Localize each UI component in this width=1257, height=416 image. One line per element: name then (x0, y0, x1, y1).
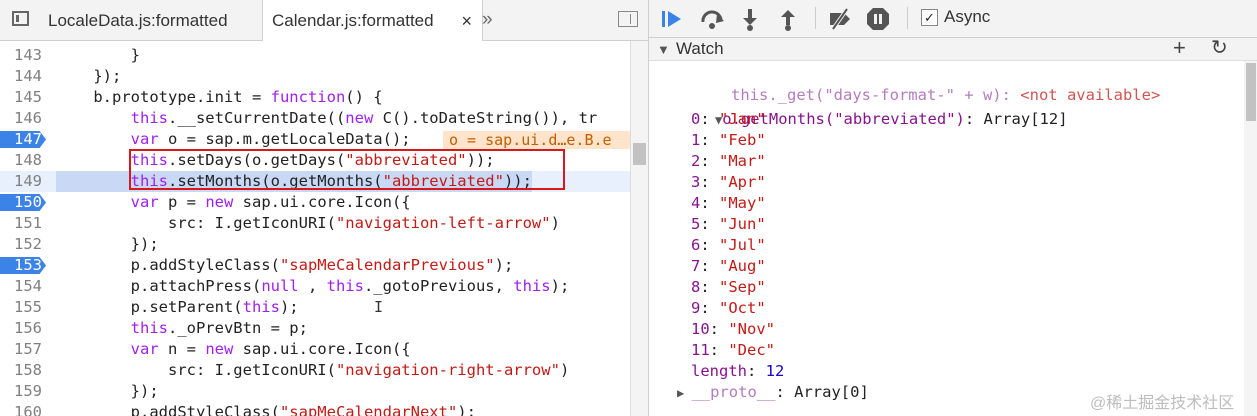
code-line: 156 this._oPrevBtn = p; (0, 318, 630, 339)
tab-label: Calendar.js:formatted (272, 11, 434, 30)
code-line: 146 this.__setCurrentDate((new C().toDat… (0, 108, 630, 129)
refresh-icon[interactable]: ↻ (1211, 36, 1228, 60)
toggle-navigator-icon[interactable] (12, 11, 29, 26)
code-line: 159 }); (0, 381, 630, 402)
code-line: 143 } (0, 45, 630, 66)
text-cursor-icon: I (374, 298, 384, 316)
editor-scrollbar[interactable] (630, 41, 649, 416)
resume-icon[interactable] (659, 6, 685, 32)
line-number[interactable]: 158 (0, 360, 48, 381)
array-item[interactable]: 0: "Jan" (691, 109, 766, 130)
line-number[interactable]: 155 (0, 297, 48, 318)
code-line: 150 var p = new sap.ui.core.Icon({ (0, 192, 630, 213)
line-number[interactable]: 154 (0, 276, 48, 297)
expand-triangle-icon[interactable]: ▶ (677, 386, 691, 400)
code-line: 153 p.addStyleClass("sapMeCalendarPrevio… (0, 255, 630, 276)
array-proto[interactable]: ▶ __proto__: Array[0] (677, 382, 869, 404)
line-number[interactable]: 144 (0, 66, 48, 87)
collapse-triangle-icon[interactable]: ▼ (657, 40, 670, 60)
toggle-debugger-icon[interactable] (618, 11, 638, 27)
line-number[interactable]: 147 (0, 129, 48, 150)
code-line: 155 p.setParent(this); (0, 297, 630, 318)
code-line: 147 var o = sap.m.getLocaleData(); o = s… (0, 129, 630, 150)
code-line: 154 p.attachPress(null , this._gotoPrevi… (0, 276, 630, 297)
deactivate-breakpoints-icon[interactable] (827, 6, 853, 32)
line-number[interactable]: 153 (0, 255, 48, 276)
array-item[interactable]: 2: "Mar" (691, 151, 766, 172)
line-number[interactable]: 157 (0, 339, 48, 360)
tab-label: LocaleData.js:formatted (48, 11, 228, 30)
watch-title: Watch (676, 39, 724, 58)
line-number[interactable]: 146 (0, 108, 48, 129)
line-number[interactable]: 145 (0, 87, 48, 108)
array-item[interactable]: 6: "Jul" (691, 235, 766, 256)
array-item[interactable]: 3: "Apr" (691, 172, 766, 193)
line-number[interactable]: 149 (0, 171, 48, 192)
editor-tabbar: LocaleData.js:formatted Calendar.js:form… (0, 0, 648, 41)
line-number[interactable]: 159 (0, 381, 48, 402)
code-line: 158 src: I.getIconURI("navigation-right-… (0, 360, 630, 381)
line-number[interactable]: 151 (0, 213, 48, 234)
sources-panel: LocaleData.js:formatted Calendar.js:form… (0, 0, 649, 416)
code-line: 160 p.addStyleClass("sapMeCalendarNext")… (0, 402, 630, 416)
watermark: @稀土掘金技术社区 (1090, 395, 1235, 412)
step-into-icon[interactable] (737, 6, 763, 32)
code-line: 145 b.prototype.init = function() { (0, 87, 630, 108)
async-checkbox[interactable]: ✓ (921, 9, 938, 26)
line-number[interactable]: 150 (0, 192, 48, 213)
highlight-box (129, 149, 565, 190)
add-expression-icon[interactable]: + (1173, 36, 1186, 60)
scrollbar-thumb[interactable] (1246, 63, 1256, 121)
watch-section-header[interactable]: ▼ Watch + ↻ (649, 36, 1257, 61)
array-item[interactable]: 1: "Feb" (691, 130, 766, 151)
code-line: 157 var n = new sap.ui.core.Icon({ (0, 339, 630, 360)
line-number[interactable]: 152 (0, 234, 48, 255)
array-item[interactable]: 10: "Nov" (691, 319, 775, 340)
line-number[interactable]: 160 (0, 402, 48, 416)
step-out-icon[interactable] (775, 6, 801, 32)
more-tabs-icon[interactable]: » (482, 9, 493, 31)
array-item[interactable]: 11: "Dec" (691, 340, 775, 361)
array-item[interactable]: 4: "May" (691, 193, 766, 214)
code-line: 152 }); (0, 234, 630, 255)
step-over-icon[interactable] (699, 6, 725, 32)
line-number[interactable]: 143 (0, 45, 48, 66)
array-item[interactable]: 9: "Oct" (691, 298, 766, 319)
array-item[interactable]: 8: "Sep" (691, 277, 766, 298)
inline-value-annotation: o = sap.ui.d…e.B.e (443, 131, 630, 149)
array-item[interactable]: 7: "Aug" (691, 256, 766, 277)
watch-scrollbar[interactable] (1244, 61, 1257, 416)
debugger-sidebar: ✓ Async ▼ Watch + ↻ this._get("days-form… (649, 0, 1257, 416)
toolbar-separator (815, 7, 816, 29)
scrollbar-thumb[interactable] (633, 143, 646, 165)
line-number[interactable]: 148 (0, 150, 48, 171)
code-editor[interactable]: 143 } 144 }); 145 b.prototype.init = fun… (0, 41, 630, 416)
toolbar-separator (907, 7, 908, 29)
close-icon[interactable]: × (461, 0, 472, 42)
debugger-toolbar: ✓ Async (649, 0, 1257, 38)
tab-calendar[interactable]: Calendar.js:formatted × (262, 0, 483, 41)
code-line: 144 }); (0, 66, 630, 87)
line-number[interactable]: 156 (0, 318, 48, 339)
array-item[interactable]: 5: "Jun" (691, 214, 766, 235)
tab-localedata[interactable]: LocaleData.js:formatted (38, 0, 270, 40)
pause-on-exceptions-icon[interactable] (865, 6, 891, 32)
array-length[interactable]: length: 12 (691, 361, 784, 382)
async-label: Async (944, 7, 991, 26)
code-line: 151 src: I.getIconURI("navigation-left-a… (0, 213, 630, 234)
